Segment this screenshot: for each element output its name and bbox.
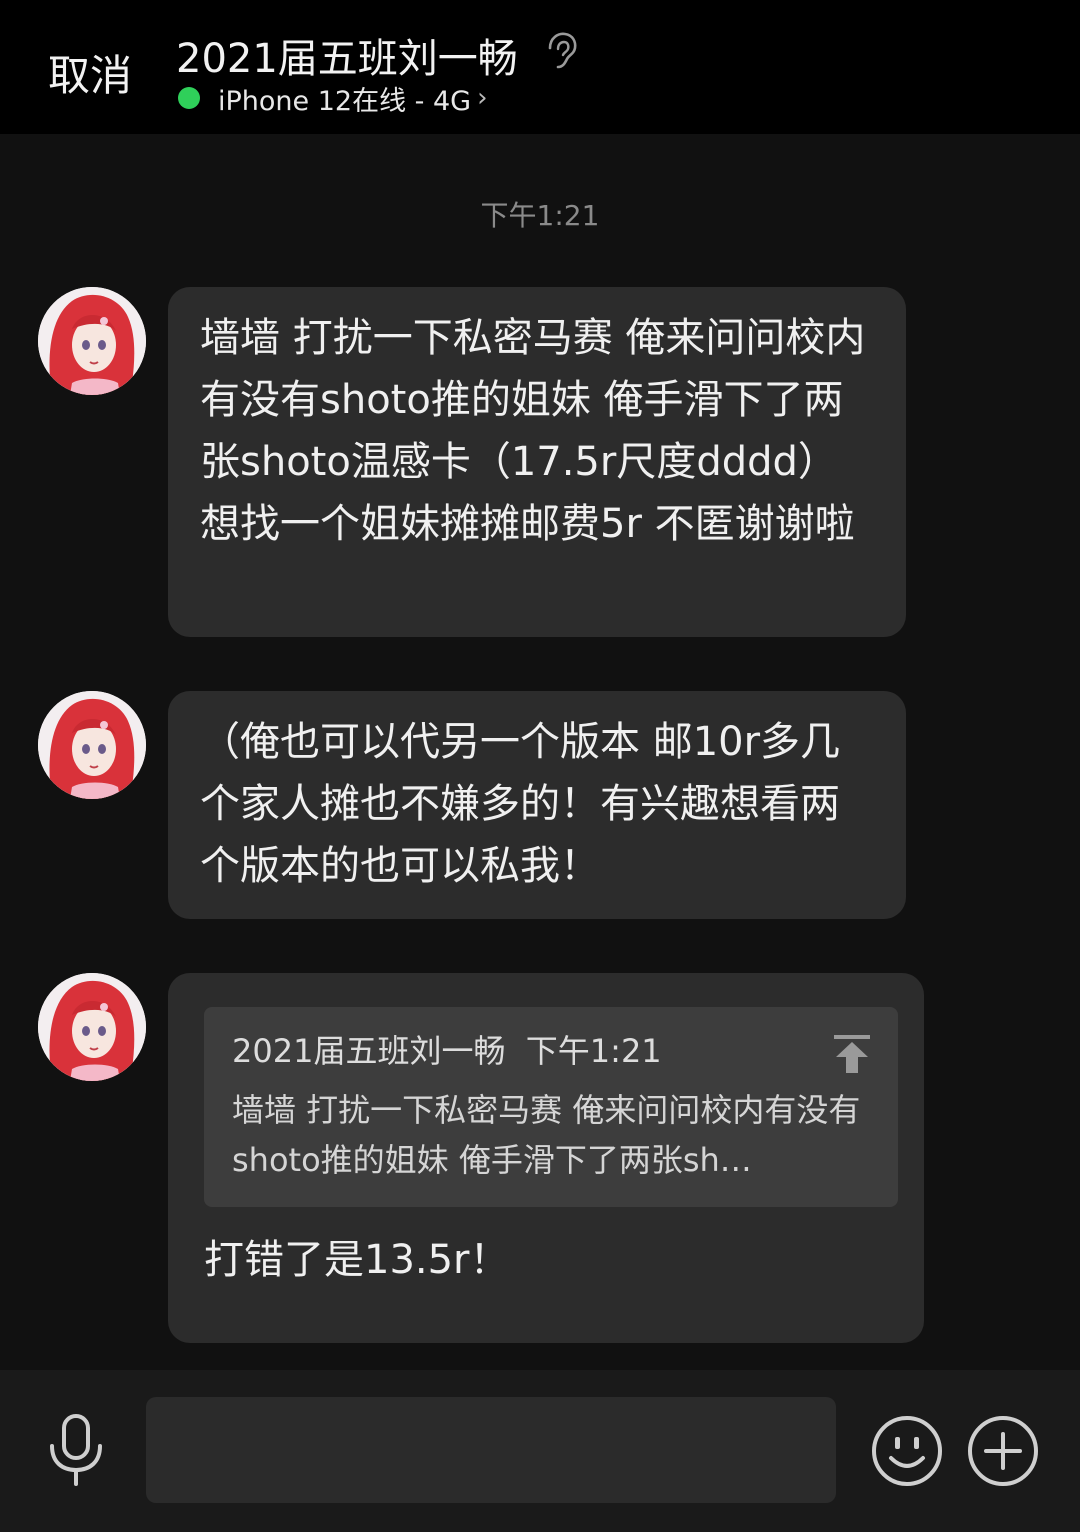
online-status[interactable]: iPhone 12在线 - 4G ›	[178, 82, 488, 117]
avatar[interactable]	[38, 287, 146, 395]
reply-message-bubble[interactable]: 2021届五班刘一畅 下午1:21 墙墙 打扰一下私密马赛 俺来问问校内有没有s…	[168, 973, 924, 1343]
quoted-message-meta: 2021届五班刘一畅 下午1:21	[232, 1029, 870, 1073]
smiley-icon[interactable]	[870, 1414, 944, 1488]
message-bubble[interactable]: 墙墙 打扰一下私密马赛 俺来问问校内有没有shoto推的姐妹 俺手滑下了两张sh…	[168, 287, 906, 637]
chat-header: 取消 2021届五班刘一畅 iPhone 12在线 - 4G ›	[0, 0, 1080, 134]
avatar-red-hair-girl-icon	[38, 287, 146, 395]
plus-icon[interactable]	[966, 1414, 1040, 1488]
quoted-message[interactable]: 2021届五班刘一畅 下午1:21 墙墙 打扰一下私密马赛 俺来问问校内有没有s…	[204, 1007, 898, 1207]
avatar-red-hair-girl-icon	[38, 973, 146, 1081]
message-timestamp: 下午1:21	[480, 199, 600, 232]
online-status-text: iPhone 12在线 - 4G	[218, 85, 472, 117]
message-text: （俺也可以代另一个版本 邮10r多几个家人摊也不嫌多的！有兴趣想看两个版本的也可…	[200, 719, 841, 889]
chat-title[interactable]: 2021届五班刘一畅	[176, 26, 518, 84]
quoted-text: 墙墙 打扰一下私密马赛 俺来问问校内有没有shoto推的姐妹 俺手滑下了两张sh…	[232, 1091, 861, 1179]
input-bar	[0, 1370, 1080, 1532]
ear-icon[interactable]	[538, 28, 582, 72]
chevron-right-icon: ›	[477, 83, 488, 113]
avatar[interactable]	[38, 691, 146, 799]
message-bubble[interactable]: （俺也可以代另一个版本 邮10r多几个家人摊也不嫌多的！有兴趣想看两个版本的也可…	[168, 691, 906, 919]
avatar-red-hair-girl-icon	[38, 691, 146, 799]
cancel-button[interactable]: 取消	[48, 42, 132, 103]
avatar[interactable]	[38, 973, 146, 1081]
message-input[interactable]	[146, 1397, 836, 1503]
microphone-icon[interactable]	[44, 1412, 108, 1488]
online-dot-icon	[178, 87, 200, 109]
message-text: 打错了是13.5r！	[204, 1237, 510, 1283]
jump-to-top-icon[interactable]	[832, 1033, 872, 1075]
message-list[interactable]: 下午1:21 墙墙 打扰一下私密马赛 俺来问问校内有没有shoto推的姐妹 俺手…	[0, 134, 1080, 1370]
quoted-time: 下午1:21	[525, 1032, 662, 1070]
quoted-sender: 2021届五班刘一畅	[232, 1032, 506, 1070]
message-text: 墙墙 打扰一下私密马赛 俺来问问校内有没有shoto推的姐妹 俺手滑下了两张sh…	[200, 315, 866, 547]
